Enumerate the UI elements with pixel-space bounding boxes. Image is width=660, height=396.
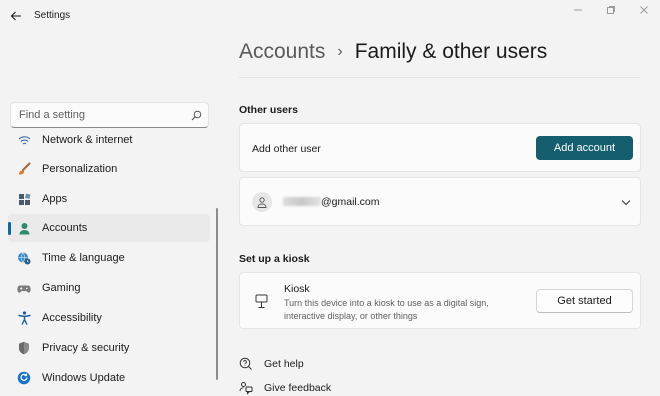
sidebar-item-label: Network & internet: [42, 134, 133, 146]
avatar: [252, 192, 272, 212]
kiosk-description: Turn this device into a kiosk to use as …: [284, 298, 489, 321]
sidebar-item-label: Personalization: [42, 163, 118, 175]
get-help-link[interactable]: Get help: [239, 356, 304, 372]
sidebar-item-privacy-security[interactable]: Privacy & security: [8, 334, 210, 362]
update-icon: [17, 371, 31, 385]
breadcrumb: Accounts › Family & other users: [239, 40, 547, 64]
arrow-left-icon: [10, 11, 21, 21]
brush-icon: [17, 162, 31, 176]
sidebar-item-label: Time & language: [42, 252, 125, 264]
sidebar-item-accessibility[interactable]: Accessibility: [8, 304, 210, 332]
sidebar-item-label: Gaming: [42, 282, 81, 294]
sidebar-item-apps[interactable]: Apps: [8, 185, 210, 213]
minimize-button[interactable]: [571, 3, 585, 17]
restore-button[interactable]: [604, 3, 618, 17]
user-email: @gmail.com: [321, 196, 380, 208]
sidebar-item-label: Privacy & security: [42, 342, 130, 354]
sidebar-item-label: Windows Update: [42, 372, 126, 384]
shield-icon: [17, 341, 31, 355]
sidebar-item-accounts[interactable]: Accounts: [8, 214, 210, 242]
search-icon[interactable]: [189, 108, 203, 122]
chevron-down-icon: [621, 199, 631, 205]
sidebar-item-label: Accessibility: [42, 312, 102, 324]
give-feedback-label: Give feedback: [264, 382, 332, 394]
sidebar-scrollbar[interactable]: [216, 208, 218, 380]
close-window-button[interactable]: [637, 3, 651, 17]
person-outline-icon: [257, 196, 267, 208]
person-icon: [17, 221, 31, 235]
sidebar-item-network[interactable]: Network & internet: [8, 133, 210, 154]
gamepad-icon: [17, 281, 31, 295]
sidebar-item-windows-update[interactable]: Windows Update: [8, 364, 210, 392]
sidebar-item-label: Apps: [42, 193, 68, 205]
help-chat-icon: [239, 357, 253, 371]
sidebar-item-label: Accounts: [42, 222, 88, 234]
title-bar: Settings: [0, 0, 660, 32]
globe-clock-icon: [17, 251, 31, 265]
get-started-button[interactable]: Get started: [536, 289, 633, 313]
apps-icon: [17, 192, 31, 206]
section-title-kiosk: Set up a kiosk: [239, 253, 310, 265]
expand-user-button[interactable]: [619, 195, 633, 209]
close-icon: [640, 6, 648, 14]
active-indicator: [8, 222, 11, 235]
sidebar-nav: Network & internet Personalization Apps …: [8, 133, 211, 396]
breadcrumb-separator: ›: [337, 43, 343, 60]
add-account-button[interactable]: Add account: [536, 136, 633, 160]
page-title: Family & other users: [354, 40, 548, 63]
get-help-label: Get help: [264, 358, 304, 370]
app-title: Settings: [34, 10, 71, 21]
section-title-other-users: Other users: [239, 104, 298, 116]
sidebar-item-personalization[interactable]: Personalization: [8, 155, 210, 183]
sidebar-item-gaming[interactable]: Gaming: [8, 274, 210, 302]
sidebar-item-time-language[interactable]: Time & language: [8, 244, 210, 272]
kiosk-icon: [253, 293, 269, 309]
feedback-icon: [239, 381, 253, 395]
restore-icon: [607, 6, 615, 14]
search-input[interactable]: [10, 102, 209, 128]
breadcrumb-parent[interactable]: Accounts: [239, 40, 325, 63]
back-button[interactable]: [8, 8, 24, 24]
add-user-label: Add other user: [252, 143, 321, 155]
give-feedback-link[interactable]: Give feedback: [239, 380, 331, 396]
minimize-icon: [574, 9, 582, 11]
network-icon: [17, 133, 31, 147]
accessibility-icon: [17, 311, 31, 325]
kiosk-name: Kiosk: [284, 283, 310, 295]
redacted-email-prefix: [283, 197, 321, 206]
divider: [239, 77, 640, 78]
